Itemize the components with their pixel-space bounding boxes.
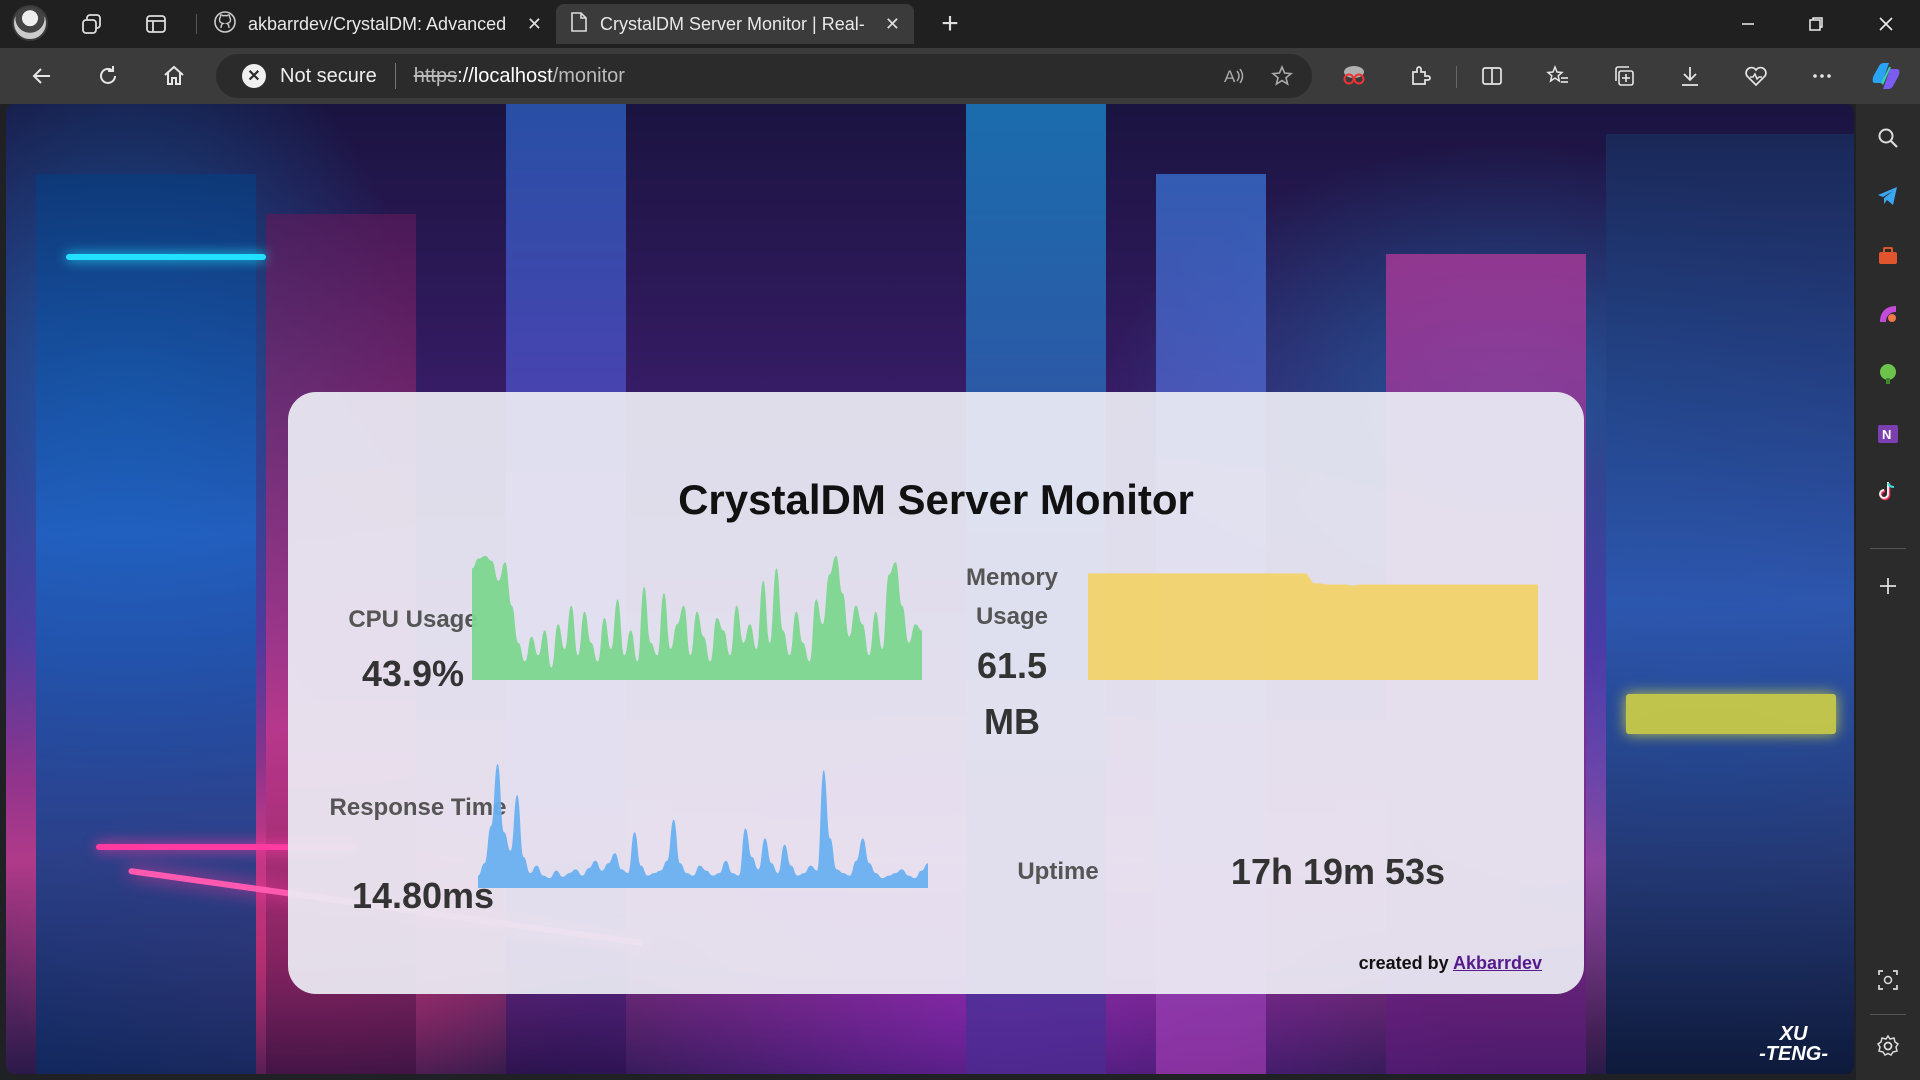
chart-area [1088,573,1538,680]
chart-area [472,556,922,680]
search-icon[interactable] [1872,122,1904,154]
designer-icon[interactable] [1872,298,1904,330]
collections-icon[interactable] [1606,58,1642,94]
tab-actions-icon[interactable] [136,4,176,44]
sidebar-divider [1870,548,1906,549]
github-icon [214,10,236,38]
url-host: ://localhost [457,64,553,87]
close-tab-icon[interactable]: ✕ [527,14,542,35]
profile-avatar[interactable] [12,5,48,41]
read-aloud-icon[interactable]: A [1220,62,1248,90]
favorite-star-icon[interactable] [1268,62,1296,90]
browser-sidebar: N [1856,104,1920,1080]
url-scheme: https [413,64,458,87]
title-bar: akbarrdev/CrystalDM: Advanced ✕ CrystalD… [0,0,1920,48]
minimize-button[interactable] [1714,0,1782,48]
home-button[interactable] [154,56,194,96]
background-building [1606,134,1854,1074]
neon-stripe [66,254,266,260]
browser-toolbar: ✕ Not secure https://localhost/monitor A [0,48,1920,104]
uptime-label: Uptime [1017,858,1099,885]
credit-prefix: created by [1358,953,1449,973]
background-building [36,174,256,1074]
tab-github[interactable]: akbarrdev/CrystalDM: Advanced ✕ [200,4,556,44]
url-path: /monitor [552,64,625,87]
page-viewport: XU -TENG- CrystalDM Server Monitor CPU Us… [6,104,1854,1074]
credit-text: created by Akbarrdev [1359,953,1542,974]
memory-value-number: 61.5 [976,645,1048,686]
author-link[interactable]: Akbarrdev [1453,953,1542,973]
response-chart [478,764,928,888]
refresh-button[interactable] [88,56,128,96]
tiktok-icon[interactable] [1872,476,1904,508]
restore-button[interactable] [1782,0,1850,48]
telegram-icon[interactable] [1872,180,1904,212]
neon-stripe [1626,694,1836,734]
close-tab-icon[interactable]: ✕ [885,14,900,35]
uptime-value: 17h 19m 53s [1230,851,1446,892]
extensions-icon[interactable] [1402,58,1438,94]
chart-area [478,764,928,888]
tab-monitor[interactable]: CrystalDM Server Monitor | Real- ✕ [556,4,914,44]
sidebar-divider [1870,1014,1906,1015]
toolbar-divider [1456,66,1457,88]
memory-label: Memory Usage [965,564,1059,630]
url-text[interactable]: https://localhost/monitor [414,65,625,88]
add-icon[interactable] [1872,570,1904,602]
tools-icon[interactable] [1872,240,1904,272]
onenote-icon[interactable]: N [1872,418,1904,450]
address-bar[interactable]: ✕ Not secure https://localhost/monitor A [216,54,1312,98]
downloads-icon[interactable] [1672,58,1708,94]
close-window-button[interactable] [1852,0,1920,48]
workspaces-icon[interactable] [72,4,112,44]
svg-text:N: N [1882,427,1891,442]
screenshot-icon[interactable] [1872,964,1904,996]
favorites-icon[interactable] [1540,58,1576,94]
memory-chart [1088,573,1538,680]
svg-text:A: A [1224,67,1236,86]
split-screen-icon[interactable] [1474,58,1510,94]
not-secure-icon[interactable]: ✕ [242,64,266,88]
new-tab-button[interactable]: + [930,4,970,44]
cpu-chart [472,556,922,680]
tab-title: CrystalDM Server Monitor | Real- [600,13,865,34]
tab-separator [196,14,197,34]
settings-icon[interactable] [1872,1030,1904,1062]
copilot-icon[interactable] [1868,58,1904,94]
back-button[interactable] [22,56,62,96]
games-icon[interactable] [1872,358,1904,390]
page-icon [570,11,588,38]
monitor-card: CrystalDM Server Monitor CPU Usage 43.9%… [288,392,1584,994]
browser-essentials-icon[interactable] [1738,58,1774,94]
page-title: CrystalDM Server Monitor [678,476,1194,523]
address-divider [394,63,396,89]
background-watermark: XU -TENG- [1759,1023,1828,1065]
memory-value-unit: MB [984,701,1040,742]
security-label[interactable]: Not secure [280,65,377,88]
extension-glasses-icon[interactable] [1336,58,1372,94]
more-options-icon[interactable] [1804,58,1840,94]
tab-title: akbarrdev/CrystalDM: Advanced [248,13,507,34]
